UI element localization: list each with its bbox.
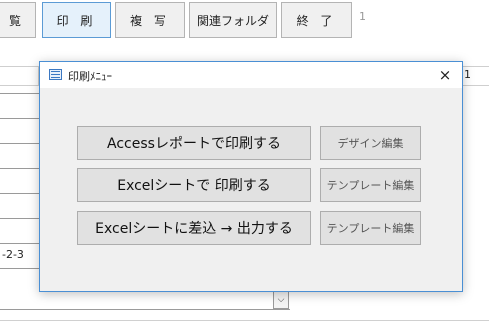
background-divider (0, 320, 489, 321)
template-edit-button[interactable]: テンプレート編集 (320, 168, 421, 202)
toolbar: 覧 印 刷 複 写 関連フォルダ 終 了 1 (0, 0, 489, 42)
page-number: 1 (359, 10, 366, 23)
dialog-titlebar[interactable]: 印刷ﾒﾆｭｰ × (40, 62, 462, 88)
chevron-down-icon[interactable]: ⌵ (273, 291, 289, 309)
template-edit-button[interactable]: テンプレート編集 (320, 211, 421, 245)
background-value: -2-3 (2, 248, 24, 261)
background-divider (0, 218, 39, 219)
exit-button[interactable]: 終 了 (281, 2, 352, 38)
close-icon[interactable]: × (432, 64, 458, 86)
background-divider (0, 93, 39, 94)
toolbar-button-list[interactable]: 覧 (0, 2, 36, 38)
form-window-icon (49, 69, 62, 80)
background-divider (0, 309, 290, 310)
background-divider (0, 193, 39, 194)
print-button[interactable]: 印 刷 (42, 2, 111, 38)
dialog-title: 印刷ﾒﾆｭｰ (68, 70, 112, 83)
background-divider (0, 143, 39, 144)
background-divider (0, 243, 39, 244)
print-menu-dialog: 印刷ﾒﾆｭｰ × Accessレポートで印刷する デザイン編集 Excelシート… (39, 61, 463, 292)
copy-button[interactable]: 複 写 (115, 2, 185, 38)
background-divider (0, 168, 39, 169)
excel-sheet-print-button[interactable]: Excelシートで 印刷する (77, 168, 311, 202)
background-divider (0, 268, 39, 269)
related-folder-button[interactable]: 関連フォルダ (189, 2, 277, 38)
background-field[interactable] (0, 66, 39, 86)
design-edit-button[interactable]: デザイン編集 (320, 126, 421, 160)
excel-merge-output-button[interactable]: Excelシートに差込 → 出力する (77, 211, 311, 245)
background-value: 1 (464, 68, 471, 81)
background-divider (0, 118, 39, 119)
access-report-print-button[interactable]: Accessレポートで印刷する (77, 126, 311, 160)
